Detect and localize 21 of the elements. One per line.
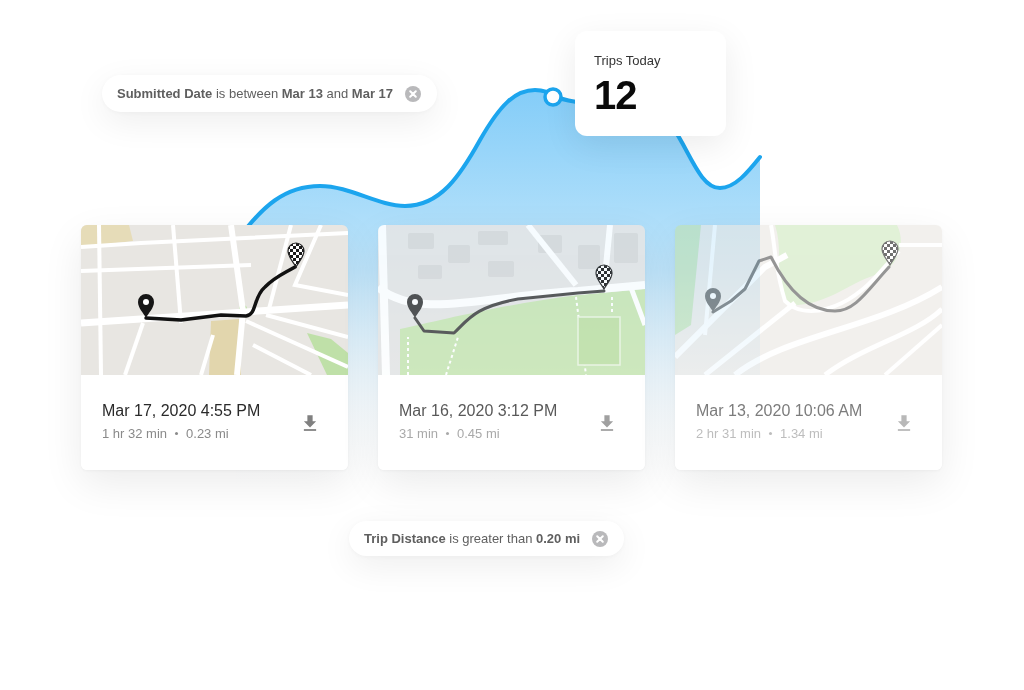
separator-dot-icon	[769, 432, 773, 435]
trip-distance: 0.45 mi	[457, 425, 500, 442]
trip-distance: 0.23 mi	[186, 425, 229, 442]
trip-date: Mar 17, 2020 4:55 PM	[102, 400, 261, 421]
download-icon[interactable]	[897, 414, 911, 431]
close-icon[interactable]	[405, 85, 422, 102]
trip-duration: 2 hr 31 min	[696, 425, 762, 442]
stat-value: 12	[594, 75, 638, 115]
close-icon[interactable]	[592, 530, 609, 547]
filter-text: Trip Distance is greater than 0.20 mi	[364, 531, 581, 546]
trip-distance: 1.34 mi	[780, 425, 823, 442]
trip-duration: 31 min	[399, 425, 439, 442]
separator-dot-icon	[175, 432, 179, 435]
trip-date: Mar 13, 2020 10:06 AM	[696, 400, 863, 421]
trip-date: Mar 16, 2020 3:12 PM	[399, 400, 558, 421]
trip-duration: 1 hr 32 min	[102, 425, 168, 442]
stat-label: Trips Today	[594, 53, 662, 69]
download-icon[interactable]	[303, 414, 317, 431]
separator-dot-icon	[446, 432, 450, 435]
download-icon[interactable]	[600, 414, 614, 431]
filter-text: Submitted Date is between Mar 13 and Mar 17	[117, 86, 394, 101]
